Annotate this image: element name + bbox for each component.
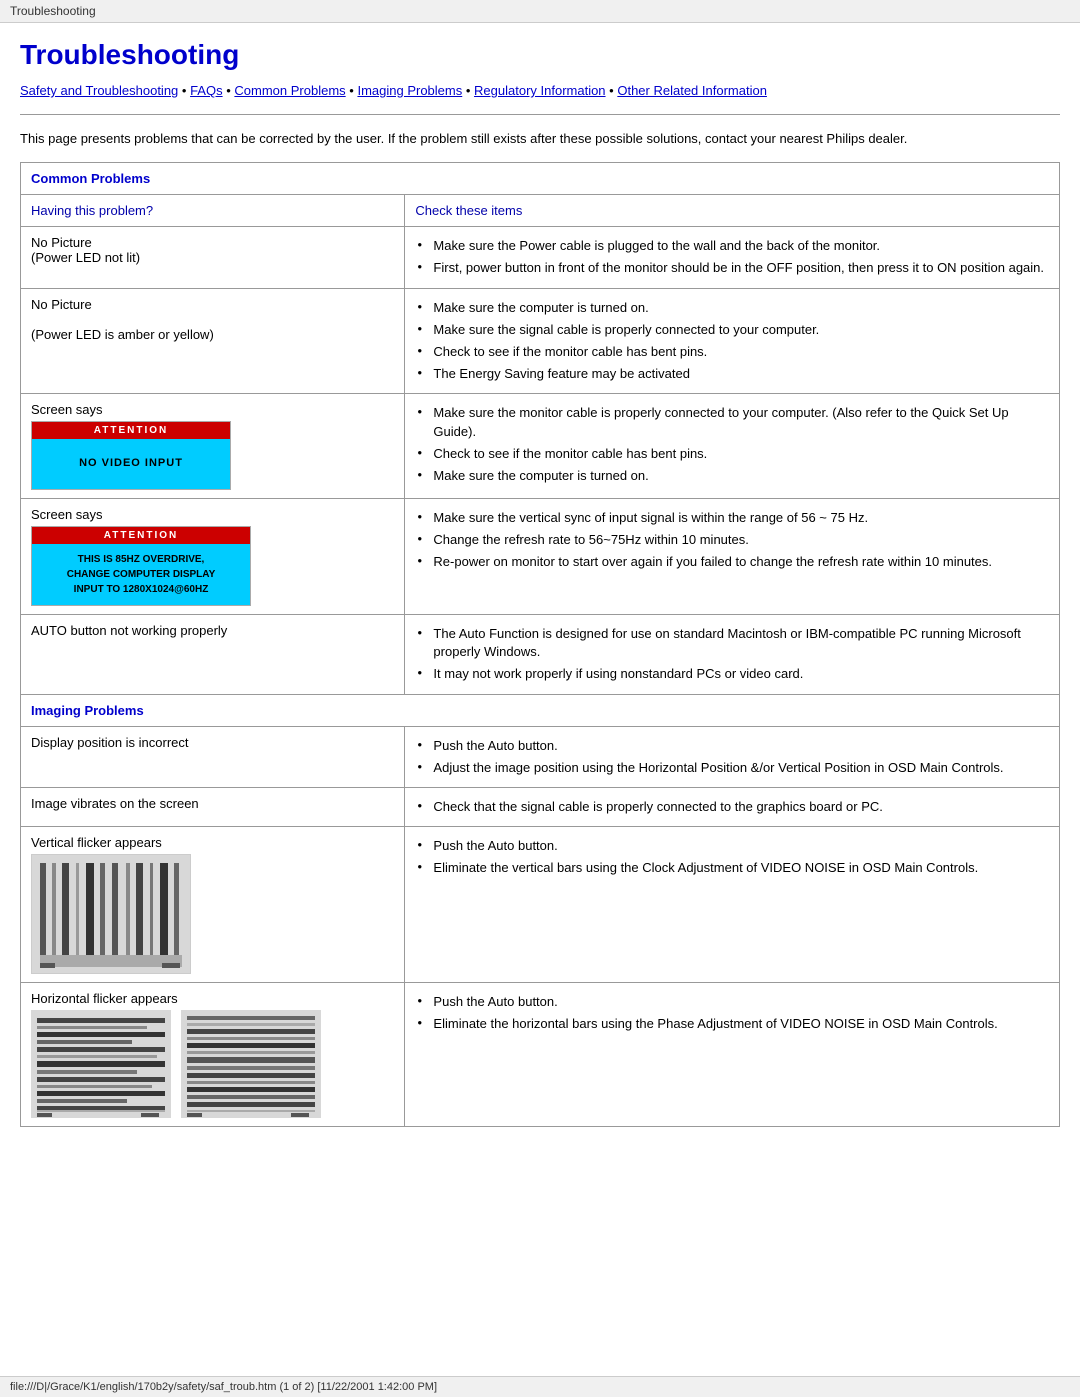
vertical-flicker-image — [31, 854, 191, 974]
col-problem-header: Having this problem? — [21, 195, 405, 227]
problem-cell: Vertical flicker appears — [21, 827, 405, 983]
list-item: Make sure the signal cable is properly c… — [415, 319, 1049, 341]
check-list: Make sure the monitor cable is properly … — [415, 402, 1049, 487]
check-list: Check that the signal cable is properly … — [415, 796, 1049, 818]
attention-box-2: ATTENTION THIS IS 85HZ OVERDRIVE,CHANGE … — [31, 526, 251, 606]
col-check-header: Check these items — [405, 195, 1060, 227]
check-list: Make sure the vertical sync of input sig… — [415, 507, 1049, 574]
check-list: The Auto Function is designed for use on… — [415, 623, 1049, 686]
check-cell: Make sure the Power cable is plugged to … — [405, 227, 1060, 288]
list-item: Push the Auto button. — [415, 835, 1049, 857]
check-list: Push the Auto button. Adjust the image p… — [415, 735, 1049, 779]
footer-bar: file:///D|/Grace/K1/english/170b2y/safet… — [0, 1376, 1080, 1397]
list-item: Eliminate the horizontal bars using the … — [415, 1013, 1049, 1035]
vertical-flicker-svg — [32, 855, 190, 973]
nav-link-regulatory[interactable]: Regulatory Information — [474, 83, 606, 98]
page-title: Troubleshooting — [20, 39, 1060, 71]
problem-cell: Image vibrates on the screen — [21, 787, 405, 826]
table-row: Screen says ATTENTION NO VIDEO INPUT Mak… — [21, 394, 1060, 499]
problem-cell: AUTO button not working properly — [21, 615, 405, 695]
attention-box-1: ATTENTION NO VIDEO INPUT — [31, 421, 231, 490]
check-cell: The Auto Function is designed for use on… — [405, 615, 1060, 695]
nav-links: Safety and Troubleshooting • FAQs • Comm… — [20, 81, 1060, 102]
problem-cell: No Picture(Power LED is amber or yellow) — [21, 288, 405, 394]
footer-text: file:///D|/Grace/K1/english/170b2y/safet… — [10, 1381, 437, 1393]
check-cell: Make sure the vertical sync of input sig… — [405, 499, 1060, 615]
list-item: Re-power on monitor to start over again … — [415, 551, 1049, 573]
list-item: It may not work properly if using nonsta… — [415, 663, 1049, 685]
nav-link-other[interactable]: Other Related Information — [617, 83, 767, 98]
horiz-flicker-svg-2 — [181, 1010, 321, 1118]
nav-link-faqs[interactable]: FAQs — [190, 83, 223, 98]
problem-cell: Horizontal flicker appears — [21, 983, 405, 1127]
table-row: Display position is incorrect Push the A… — [21, 726, 1060, 787]
imaging-problems-header: Imaging Problems — [21, 694, 1060, 726]
table-row: Vertical flicker appears — [21, 827, 1060, 983]
table-row: No Picture(Power LED is amber or yellow)… — [21, 288, 1060, 394]
list-item: Push the Auto button. — [415, 735, 1049, 757]
table-row: AUTO button not working properly The Aut… — [21, 615, 1060, 695]
problem-cell: Display position is incorrect — [21, 726, 405, 787]
intro-text: This page presents problems that can be … — [20, 129, 1060, 149]
main-table: Common Problems Having this problem? Che… — [20, 162, 1060, 1127]
check-cell: Make sure the computer is turned on. Mak… — [405, 288, 1060, 394]
check-cell: Make sure the monitor cable is properly … — [405, 394, 1060, 499]
check-cell: Push the Auto button. Eliminate the hori… — [405, 983, 1060, 1127]
list-item: Make sure the vertical sync of input sig… — [415, 507, 1049, 529]
imaging-problems-header-row: Imaging Problems — [21, 694, 1060, 726]
list-item: The Auto Function is designed for use on… — [415, 623, 1049, 663]
page-content: Troubleshooting Safety and Troubleshooti… — [0, 23, 1080, 1167]
table-row: No Picture(Power LED not lit) Make sure … — [21, 227, 1060, 288]
common-problems-header: Common Problems — [21, 163, 1060, 195]
list-item: Adjust the image position using the Hori… — [415, 757, 1049, 779]
list-item: Check to see if the monitor cable has be… — [415, 341, 1049, 363]
horiz-flicker-svg-1 — [31, 1010, 171, 1118]
attention-header-1: ATTENTION — [32, 422, 230, 439]
check-list: Make sure the Power cable is plugged to … — [415, 235, 1049, 279]
check-list: Push the Auto button. Eliminate the hori… — [415, 991, 1049, 1035]
table-row: Horizontal flicker appears — [21, 983, 1060, 1127]
list-item: Change the refresh rate to 56~75Hz withi… — [415, 529, 1049, 551]
problem-cell: Screen says ATTENTION NO VIDEO INPUT — [21, 394, 405, 499]
nav-link-imaging[interactable]: Imaging Problems — [357, 83, 462, 98]
list-item: The Energy Saving feature may be activat… — [415, 363, 1049, 385]
horizontal-flicker-images — [31, 1010, 394, 1118]
nav-link-common[interactable]: Common Problems — [234, 83, 345, 98]
list-item: First, power button in front of the moni… — [415, 257, 1049, 279]
divider — [20, 114, 1060, 115]
check-list: Push the Auto button. Eliminate the vert… — [415, 835, 1049, 879]
list-item: Make sure the computer is turned on. — [415, 465, 1049, 487]
problem-cell: Screen says ATTENTION THIS IS 85HZ OVERD… — [21, 499, 405, 615]
list-item: Check that the signal cable is properly … — [415, 796, 1049, 818]
common-problems-header-row: Common Problems — [21, 163, 1060, 195]
list-item: Make sure the monitor cable is properly … — [415, 402, 1049, 442]
list-item: Make sure the computer is turned on. — [415, 297, 1049, 319]
table-row: Screen says ATTENTION THIS IS 85HZ OVERD… — [21, 499, 1060, 615]
attention-body-2: THIS IS 85HZ OVERDRIVE,CHANGE COMPUTER D… — [32, 544, 250, 605]
attention-body-1: NO VIDEO INPUT — [32, 439, 230, 489]
check-cell: Check that the signal cable is properly … — [405, 787, 1060, 826]
tab-label: Troubleshooting — [10, 4, 96, 18]
browser-tab: Troubleshooting — [0, 0, 1080, 23]
attention-header-2: ATTENTION — [32, 527, 250, 544]
list-item: Push the Auto button. — [415, 991, 1049, 1013]
check-cell: Push the Auto button. Adjust the image p… — [405, 726, 1060, 787]
table-row: Image vibrates on the screen Check that … — [21, 787, 1060, 826]
list-item: Check to see if the monitor cable has be… — [415, 443, 1049, 465]
list-item: Eliminate the vertical bars using the Cl… — [415, 857, 1049, 879]
problem-cell: No Picture(Power LED not lit) — [21, 227, 405, 288]
list-item: Make sure the Power cable is plugged to … — [415, 235, 1049, 257]
column-headers-row: Having this problem? Check these items — [21, 195, 1060, 227]
check-cell: Push the Auto button. Eliminate the vert… — [405, 827, 1060, 983]
nav-link-safety[interactable]: Safety and Troubleshooting — [20, 83, 178, 98]
check-list: Make sure the computer is turned on. Mak… — [415, 297, 1049, 386]
